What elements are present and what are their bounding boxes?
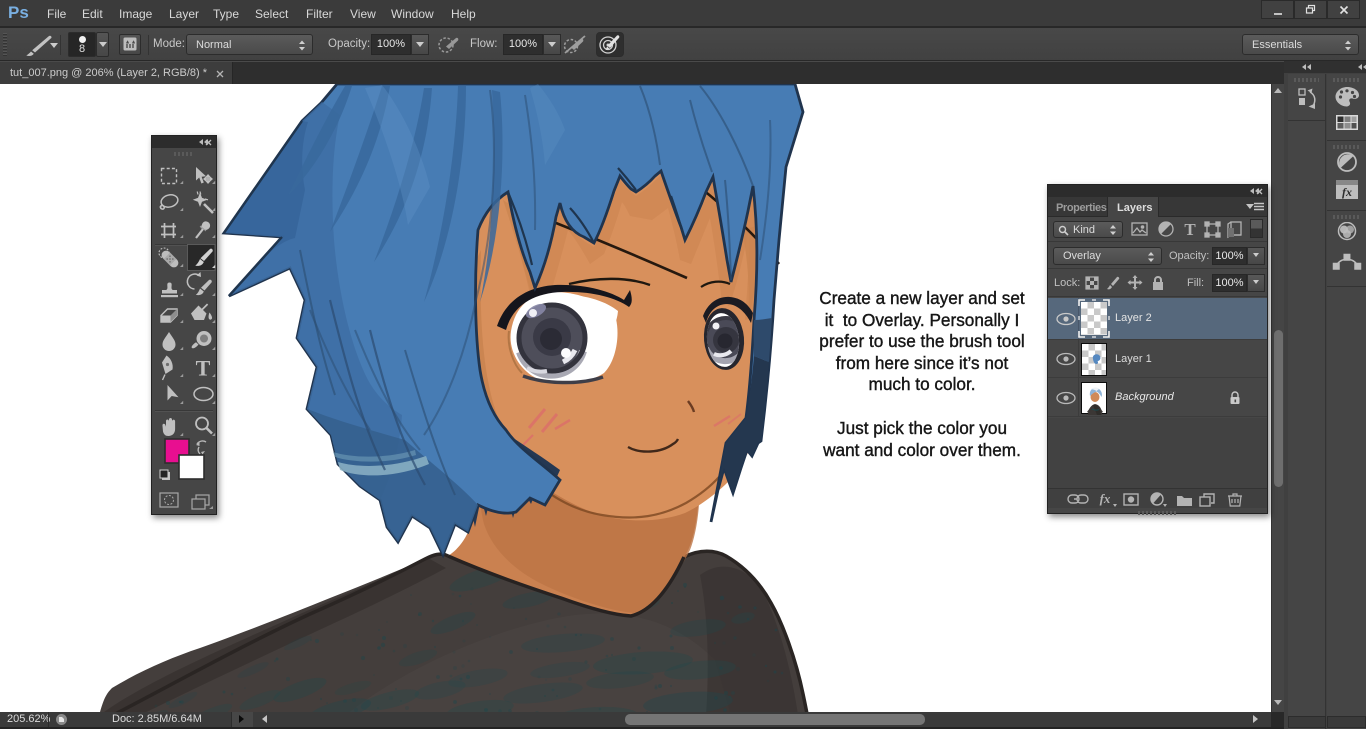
svg-text:fx: fx <box>1100 491 1111 506</box>
svg-text:T: T <box>1184 220 1196 239</box>
svg-text:fx: fx <box>1342 185 1352 199</box>
svg-text:T: T <box>196 356 211 381</box>
